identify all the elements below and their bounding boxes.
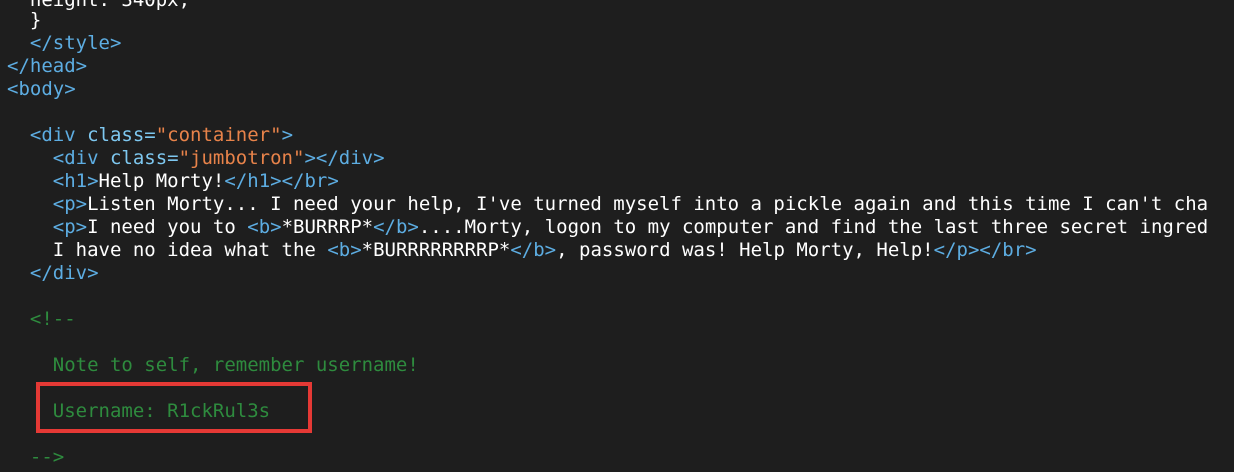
html-tag: <p> — [52, 193, 88, 215]
paragraph-text: I have no idea what the — [52, 239, 328, 261]
username-highlight-box — [36, 382, 312, 433]
paragraph-text: , password was! Help Morty, Help! — [556, 239, 934, 261]
attribute-value: "jumbotron" — [178, 147, 305, 169]
code-line-container-div: <div class="container"> — [7, 124, 293, 147]
html-attribute: class= — [109, 147, 179, 169]
code-line-comment-note: Note to self, remember username! — [7, 354, 419, 376]
code-line-close-brace: } — [7, 9, 42, 31]
html-tag: <b> — [247, 216, 282, 238]
html-tag: <p> — [52, 216, 88, 238]
code-line-div-close: </div> — [7, 262, 99, 285]
heading-text: Help Morty! — [98, 170, 225, 192]
code-line-body-open: <body> — [7, 78, 76, 100]
html-tag: </p></br> — [933, 239, 1037, 261]
html-tag: <div — [52, 147, 110, 169]
html-tag: ></div> — [304, 147, 385, 169]
bold-text: *BURRRP* — [281, 216, 374, 238]
html-tag: > — [281, 124, 294, 146]
source-code-view: height: 340px; } </style> </head> <body>… — [0, 0, 1234, 472]
html-tag: </b> — [373, 216, 419, 238]
html-tag: </h1></br> — [224, 170, 339, 192]
paragraph-text: Listen Morty... I need your help, I've t… — [87, 193, 1209, 215]
html-attribute: class= — [87, 124, 156, 146]
html-tag: </b> — [510, 239, 557, 261]
bold-text: *BURRRRRRRRP* — [361, 239, 511, 261]
code-line-paragraph-1: <p>Listen Morty... I need your help, I'v… — [7, 193, 1208, 216]
html-tag: <div — [29, 124, 88, 146]
html-tag: </div> — [29, 262, 99, 284]
html-tag: <h1> — [52, 170, 99, 192]
attribute-value: "container" — [155, 124, 282, 146]
code-line-comment-open: <!-- — [7, 308, 76, 330]
code-line-paragraph-3: I have no idea what the <b>*BURRRRRRRRP*… — [7, 239, 1037, 262]
code-line-jumbotron-div: <div class="jumbotron"></div> — [7, 147, 385, 170]
code-line-style-close: </style> — [7, 32, 122, 54]
code-line-head-close: </head> — [7, 55, 88, 77]
code-line-comment-close: --> — [7, 446, 65, 468]
code-line-paragraph-2: <p>I need you to <b>*BURRRP*</b>....Mort… — [7, 216, 1208, 239]
html-tag: <b> — [327, 239, 362, 261]
paragraph-text: ....Morty, logon to my computer and find… — [418, 216, 1209, 238]
paragraph-text: I need you to — [87, 216, 248, 238]
code-line-h1: <h1>Help Morty!</h1></br> — [7, 170, 339, 193]
